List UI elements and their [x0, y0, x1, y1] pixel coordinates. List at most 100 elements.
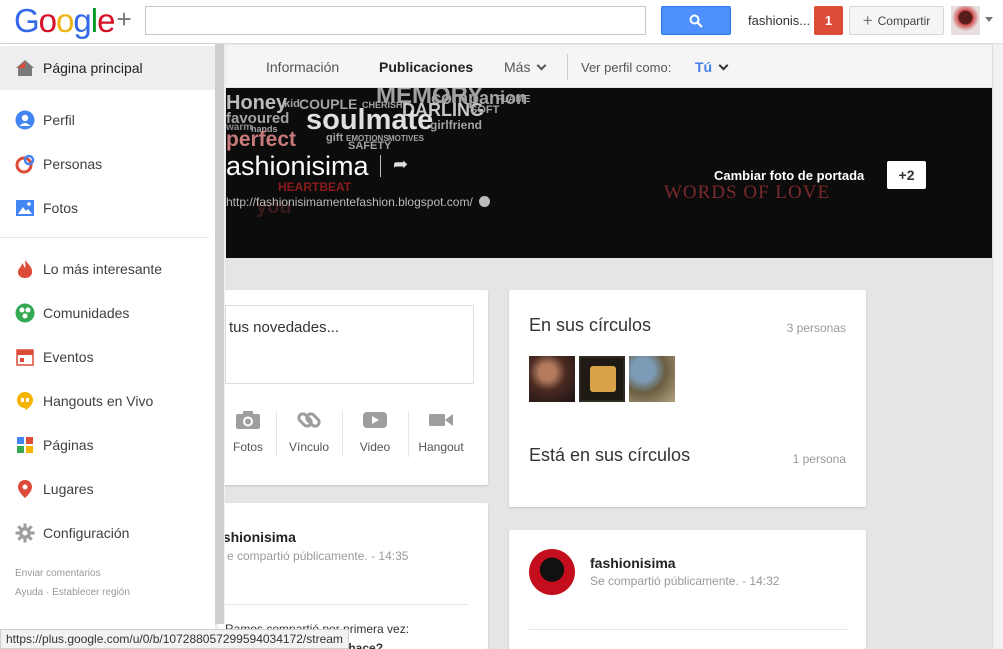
sidebar-item-places[interactable]: Lugares [0, 469, 215, 509]
sidebar-item-label: Página principal [43, 60, 143, 76]
post-card: ashionisima e compartió públicamente. - … [215, 503, 488, 649]
composer-prompt: tus novedades... [229, 319, 340, 336]
sidebar-item-label: Comunidades [43, 305, 130, 321]
profile-url-text: http://fashionisimamentefashion.blogspot… [226, 195, 473, 209]
sidebar-item-profile[interactable]: Perfil [0, 100, 215, 140]
cover-word: HEARTBEAT [278, 180, 352, 194]
composer-input[interactable] [225, 305, 474, 384]
in-your-circles-title: En sus círculos [529, 315, 652, 335]
tab-informacion[interactable]: Información [266, 59, 339, 75]
in-their-circles-count[interactable]: 1 persona [793, 452, 846, 466]
sidebar-item-trending[interactable]: Lo más interesante [0, 249, 215, 289]
status-bar-url: https://plus.google.com/u/0/b/1072880572… [0, 629, 349, 649]
plus-icon: + [862, 11, 873, 30]
search-icon [689, 14, 703, 28]
circle-thumbnails [529, 356, 675, 402]
hangout-camera-icon [429, 414, 453, 426]
post-author[interactable]: ashionisima [215, 529, 296, 545]
verified-icon [478, 196, 490, 207]
sidebar-item-settings[interactable]: Configuración [0, 513, 215, 553]
view-as-label: Ver perfil como: [581, 60, 672, 75]
profile-name: ashionisima [226, 151, 369, 181]
add-link-label: Vínculo [288, 440, 330, 454]
sidebar-footer-links: Ayuda · Establecer región [15, 587, 130, 598]
profile-tabs: Información Publicaciones Más Ver perfil… [226, 45, 1003, 88]
post-author-avatar[interactable] [529, 549, 575, 595]
sidebar-item-label: Perfil [43, 112, 75, 128]
cover-photo: MEMORY Honey kid COUPLE CHERISH companio… [226, 88, 1003, 258]
trending-icon [15, 259, 35, 279]
camera-icon [236, 411, 260, 429]
cover-word: girlfriend [430, 118, 483, 132]
circle-member-avatar[interactable] [529, 356, 575, 402]
cover-word: kid [284, 98, 300, 110]
circle-member-avatar[interactable] [579, 356, 625, 402]
plus-one-button[interactable]: +2 [887, 161, 926, 189]
post-divider [225, 604, 468, 605]
hangouts-icon [15, 391, 35, 411]
name-divider [380, 155, 381, 177]
account-caret-icon[interactable] [985, 17, 993, 22]
page-scrollbar[interactable] [992, 44, 1003, 649]
sidebar-item-hangouts[interactable]: Hangouts en Vivo [0, 381, 215, 421]
sidebar-nav: Página principal Perfil Personas Fotos L… [0, 44, 215, 644]
google-plus-logo[interactable]: Google+ [14, 2, 132, 40]
post-author[interactable]: fashionisima [590, 555, 676, 571]
help-link[interactable]: Ayuda [15, 587, 43, 598]
hangout-button[interactable]: Hangout [408, 405, 474, 465]
post-card: fashionisima Se compartió públicamente. … [509, 530, 866, 649]
add-video-label: Video [359, 440, 391, 454]
share-button[interactable]: + Compartir [849, 6, 944, 35]
sidebar-scrollbar-thumb[interactable] [215, 44, 224, 624]
post-meta: Se compartió públicamente. - 14:32 [590, 574, 780, 588]
sidebar-item-events[interactable]: Eventos [0, 337, 215, 377]
sidebar-item-pages[interactable]: Páginas [0, 425, 215, 465]
share-profile-icon[interactable]: ➦ [393, 154, 408, 175]
profile-icon [15, 110, 35, 130]
in-their-circles-title: Está en sus círculos [529, 445, 691, 465]
cover-word: perfect [226, 128, 297, 151]
circles-card: En sus círculos 3 personas Está en sus c… [509, 290, 866, 507]
profile-url[interactable]: http://fashionisimamentefashion.blogspot… [226, 195, 490, 209]
set-region-link[interactable]: Establecer región [52, 587, 130, 598]
tab-publicaciones[interactable]: Publicaciones [379, 59, 473, 75]
sidebar-item-communities[interactable]: Comunidades [0, 293, 215, 333]
notifications-badge[interactable]: 1 [814, 6, 843, 35]
people-icon [15, 154, 35, 174]
cover-word: gift [326, 132, 344, 144]
cover-word: FLAME [496, 94, 531, 105]
sidebar-item-label: Lo más interesante [43, 261, 163, 277]
add-link-button[interactable]: Vínculo [276, 405, 342, 465]
sidebar-item-people[interactable]: Personas [0, 144, 215, 184]
share-composer: tus novedades... Fotos Vínculo Video Han… [215, 290, 488, 485]
cover-words-of-love: WORDS OF LOVE [664, 182, 831, 203]
composer-actions: Fotos Vínculo Video Hangout [215, 405, 488, 465]
sidebar-item-label: Eventos [43, 349, 94, 365]
link-icon [297, 412, 321, 428]
send-feedback-link[interactable]: Enviar comentarios [15, 568, 101, 579]
sidebar-item-home[interactable]: Página principal [0, 46, 215, 90]
change-cover-button[interactable]: Cambiar foto de portada [714, 168, 864, 183]
sidebar-item-label: Configuración [43, 525, 130, 541]
places-icon [15, 479, 35, 499]
in-your-circles-count[interactable]: 3 personas [787, 321, 846, 335]
add-video-button[interactable]: Video [342, 405, 408, 465]
post-meta: e compartió públicamente. - 14:35 [227, 549, 409, 563]
cover-word: MOTIVES [388, 134, 425, 143]
sidebar-item-label: Lugares [43, 481, 94, 497]
circle-member-avatar[interactable] [629, 356, 675, 402]
top-bar: Google+ fashionis... 1 + Compartir [0, 0, 1003, 44]
account-avatar[interactable] [951, 6, 980, 35]
search-input[interactable] [145, 6, 646, 35]
home-icon [15, 58, 35, 78]
share-label: Compartir [877, 13, 931, 28]
post-divider [529, 629, 847, 630]
sidebar-item-label: Fotos [43, 200, 79, 216]
chevron-down-icon [718, 60, 729, 71]
search-button[interactable] [661, 6, 731, 35]
view-as-dropdown[interactable]: Tú [695, 59, 729, 75]
user-name-link[interactable]: fashionis... [748, 13, 810, 28]
sidebar-item-photos[interactable]: Fotos [0, 188, 215, 228]
sidebar-item-label: Hangouts en Vivo [43, 393, 154, 409]
tab-mas[interactable]: Más [504, 59, 547, 75]
